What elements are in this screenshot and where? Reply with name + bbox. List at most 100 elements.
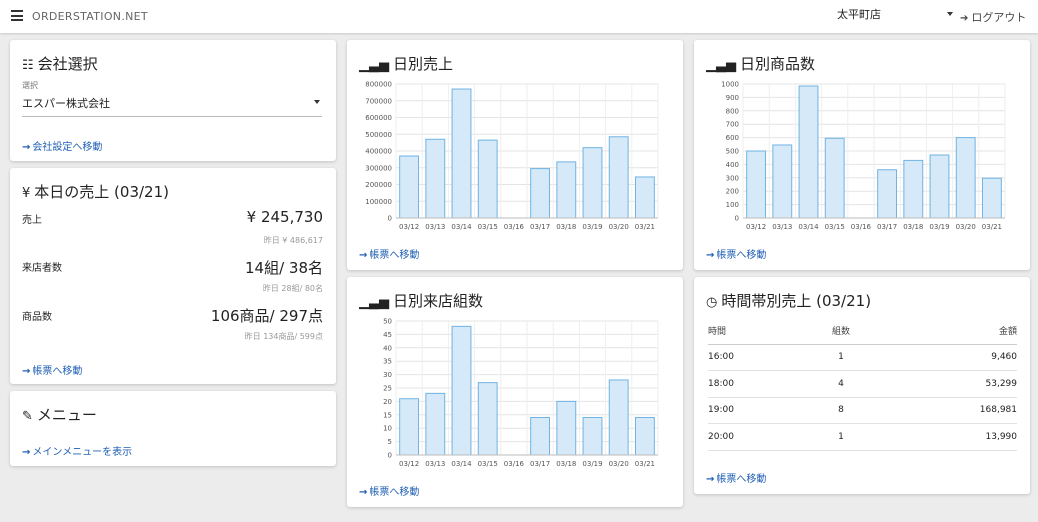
daily-items-title: ▁▃▅ 日別商品数 [706, 55, 816, 73]
bar [451, 88, 472, 219]
caret-down-icon [314, 100, 320, 104]
hamburger-menu-icon[interactable] [11, 10, 23, 21]
bar [582, 416, 603, 456]
x-tick-label: 03/18 [556, 460, 576, 468]
bar-chart-icon: ▁▃▅ [706, 58, 736, 73]
cell-amount: 13,990 [875, 423, 1017, 451]
visitors-value: 14組/ 38名 [245, 259, 323, 277]
company-card-title: ☷ 会社選択 [22, 55, 98, 73]
company-settings-link[interactable]: → 会社設定へ移動 [22, 138, 102, 153]
x-tick-label: 03/20 [609, 223, 629, 231]
pencil-icon: ✎ [22, 409, 33, 424]
x-tick-label: 03/13 [425, 460, 445, 468]
y-tick-label: 40 [383, 344, 392, 352]
y-tick-label: 1000 [721, 81, 739, 89]
store-select[interactable]: 太平町店 [837, 6, 955, 26]
x-tick-label: 03/16 [504, 460, 525, 468]
x-tick-label: 03/16 [504, 223, 525, 231]
bar [582, 147, 603, 219]
cell-amount: 168,981 [875, 397, 1017, 424]
daily-items-report-link[interactable]: → 帳票へ移動 [706, 246, 766, 261]
x-tick-label: 03/20 [609, 460, 629, 468]
y-tick-label: 500 [726, 148, 739, 156]
visitors-label: 来店者数 [22, 263, 62, 274]
daily-visits-report-link[interactable]: → 帳票へ移動 [359, 483, 419, 498]
top-bar: ORDERSTATION.NET 太平町店 ➔ ログアウト [0, 0, 1038, 33]
y-tick-label: 400000 [365, 148, 392, 156]
menu-card-title: ✎ メニュー [22, 406, 97, 424]
hourly-report-link[interactable]: → 帳票へ移動 [706, 470, 766, 485]
x-tick-label: 03/19 [929, 223, 949, 231]
arrow-right-icon: → [359, 487, 368, 498]
company-select-value: エスパー株式会社 [22, 97, 110, 110]
bar [477, 139, 498, 219]
daily-sales-report-link[interactable]: → 帳票へ移動 [359, 246, 419, 261]
x-tick-label: 03/14 [451, 223, 472, 231]
bar [451, 325, 472, 456]
x-tick-label: 03/14 [451, 460, 472, 468]
bar [556, 161, 577, 219]
today-report-link[interactable]: → 帳票へ移動 [22, 362, 82, 377]
bar [399, 155, 420, 219]
bar [556, 400, 577, 456]
bar [981, 177, 1002, 219]
cell-time: 20:00 [708, 423, 807, 451]
logout-label: ログアウト [971, 11, 1027, 24]
bar [955, 137, 976, 219]
table-header-row: 時間 組数 金額 [708, 318, 1017, 345]
bar [425, 392, 446, 456]
table-row: 16:00 1 9,460 [708, 344, 1017, 371]
cell-amount: 9,460 [875, 344, 1017, 371]
y-tick-label: 25 [383, 385, 392, 393]
y-tick-label: 10 [383, 425, 392, 433]
arrow-right-icon: → [706, 474, 715, 485]
bar [608, 379, 629, 456]
y-tick-label: 200000 [365, 181, 392, 189]
cell-groups: 1 [806, 344, 876, 371]
arrow-right-icon: → [359, 250, 368, 261]
y-tick-label: 50 [383, 318, 392, 326]
company-select[interactable]: エスパー株式会社 [22, 95, 322, 117]
main-menu-link[interactable]: → メインメニューを表示 [22, 443, 132, 458]
x-tick-label: 03/21 [635, 460, 655, 468]
bar [530, 416, 551, 456]
y-tick-label: 800000 [365, 81, 392, 89]
cell-time: 16:00 [708, 344, 807, 371]
x-tick-label: 03/18 [903, 223, 923, 231]
logout-icon: ➔ [960, 13, 969, 24]
x-tick-label: 03/20 [956, 223, 976, 231]
brand-title: ORDERSTATION.NET [32, 10, 148, 23]
bar [798, 85, 819, 219]
sales-yesterday: 昨日 ¥ 486,617 [263, 236, 323, 245]
y-tick-label: 900 [726, 94, 739, 102]
y-tick-label: 100000 [365, 198, 392, 206]
logout-button[interactable]: ➔ ログアウト [960, 9, 1026, 25]
y-tick-label: 600 [726, 134, 739, 142]
y-tick-label: 0 [388, 215, 392, 223]
y-tick-label: 45 [383, 331, 392, 339]
bar [634, 416, 655, 456]
arrow-right-icon: → [22, 142, 31, 153]
bar-chart-icon: ▁▃▅ [359, 58, 389, 73]
column-header-amount: 金額 [875, 318, 1017, 345]
bar [634, 176, 655, 219]
bar [530, 168, 551, 219]
items-value: 106商品/ 297点 [210, 307, 323, 325]
y-tick-label: 500000 [365, 131, 392, 139]
y-tick-label: 300 [726, 174, 739, 182]
x-tick-label: 03/19 [582, 223, 602, 231]
x-tick-label: 03/12 [399, 460, 419, 468]
items-yesterday: 昨日 134商品/ 599点 [244, 332, 323, 341]
bar [824, 137, 845, 219]
bar [929, 154, 950, 219]
x-tick-label: 03/13 [772, 223, 792, 231]
today-card-title: ¥ 本日の売上 (03/21) [22, 183, 169, 201]
company-select-label: 選択 [22, 81, 38, 90]
x-tick-label: 03/15 [478, 223, 498, 231]
visitors-yesterday: 昨日 28組/ 80名 [262, 284, 323, 293]
hourly-sales-table: 時間 組数 金額 16:00 1 9,460 18:00 4 53,299 19… [708, 318, 1017, 451]
table-row: 19:00 8 168,981 [708, 397, 1017, 424]
cell-groups: 4 [806, 370, 876, 398]
y-tick-label: 30 [383, 371, 392, 379]
sales-value: ¥ 245,730 [246, 208, 323, 226]
